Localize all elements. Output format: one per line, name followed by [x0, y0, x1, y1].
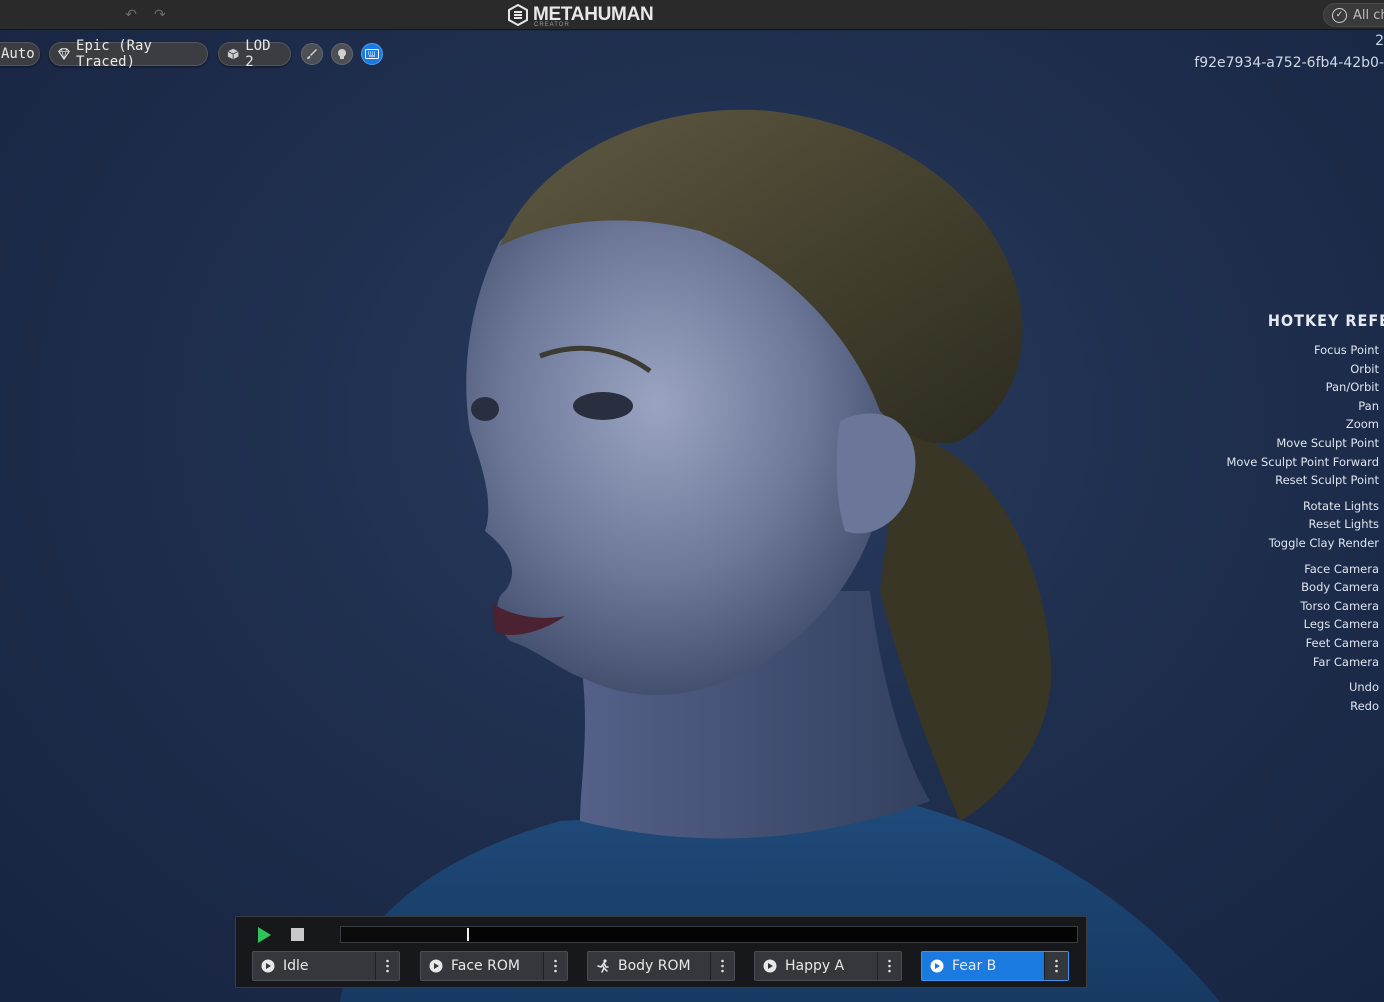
hotkey-list: Focus Point Orbit Pan/Orbit Pan Zoom Mov…	[1184, 341, 1384, 715]
hotkey-item: Body Camera	[1301, 580, 1379, 595]
hotkey-item: Face Camera	[1304, 561, 1379, 576]
more-vertical-icon	[386, 959, 389, 973]
animation-body-rom-button[interactable]: Body ROM	[587, 951, 735, 981]
animation-happy-a-button[interactable]: Happy A	[754, 951, 902, 981]
hotkey-item: Redo	[1350, 698, 1379, 713]
play-icon	[763, 959, 777, 973]
animation-label: Idle	[283, 958, 309, 974]
metahuman-logo-icon	[508, 4, 528, 26]
hotkey-item: Far Camera	[1312, 654, 1379, 669]
animation-select[interactable]: Idle	[253, 952, 375, 980]
more-vertical-icon	[1055, 959, 1058, 973]
save-status-button[interactable]: ✓ All ch	[1323, 3, 1384, 27]
hotkey-reference-title: HOTKEY REFE	[1267, 311, 1384, 330]
animation-menu-button[interactable]	[543, 952, 567, 980]
timeline-progress	[341, 927, 469, 942]
more-vertical-icon	[721, 959, 724, 973]
stop-icon[interactable]	[291, 928, 304, 941]
asset-id-prefix: 2	[1375, 33, 1384, 49]
hotkey-item: Legs Camera	[1303, 617, 1379, 632]
animation-select[interactable]: Fear B	[922, 952, 1044, 980]
undo-icon[interactable]: ↶	[122, 6, 140, 24]
animation-label: Face ROM	[451, 958, 520, 974]
save-status-label: All ch	[1353, 7, 1384, 23]
redo-icon[interactable]: ↷	[151, 6, 169, 24]
more-vertical-icon	[888, 959, 891, 973]
head-view-button[interactable]	[331, 43, 353, 65]
diamond-icon	[58, 48, 70, 61]
brush-button[interactable]	[301, 43, 323, 65]
quality-label: Epic (Ray Traced)	[76, 38, 152, 70]
animation-fear-b-button[interactable]: Fear B	[921, 951, 1069, 981]
render-mode-dropdown[interactable]: Auto	[0, 42, 40, 66]
hotkey-item: Pan	[1358, 398, 1379, 413]
hotkey-item: Move Sculpt Point	[1276, 435, 1379, 450]
play-icon	[429, 959, 443, 973]
animation-menu-button[interactable]	[1044, 952, 1068, 980]
play-icon	[261, 959, 275, 973]
hotkey-item: Toggle Clay Render	[1268, 535, 1379, 550]
animation-label: Fear B	[952, 958, 997, 974]
asset-id: f92e7934-a752-6fb4-42b0-	[1194, 55, 1384, 71]
lod-label: LOD 2	[245, 38, 271, 70]
animation-player: Idle Face ROM Body ROM Happy A Fear B	[235, 916, 1087, 988]
running-figure-icon	[597, 959, 609, 973]
hotkey-item: Torso Camera	[1300, 598, 1379, 613]
animation-menu-button[interactable]	[375, 952, 399, 980]
hotkey-item: Move Sculpt Point Forward	[1226, 454, 1379, 469]
animation-label: Body ROM	[618, 958, 691, 974]
hotkey-item: Pan/Orbit	[1325, 380, 1379, 395]
brand-logo: METAHUMAN CREATOR	[507, 3, 654, 28]
hotkey-item: Zoom	[1345, 417, 1379, 432]
play-icon[interactable]	[256, 926, 272, 944]
quality-dropdown[interactable]: Epic (Ray Traced)	[49, 38, 208, 70]
animation-label: Happy A	[785, 958, 845, 974]
lod-dropdown[interactable]: LOD 2	[218, 38, 291, 70]
hotkey-item: Undo	[1348, 680, 1379, 695]
hotkey-item: Reset Lights	[1308, 517, 1379, 532]
hotkey-item: Reset Sculpt Point	[1275, 473, 1379, 488]
keyboard-shortcuts-button[interactable]	[361, 43, 383, 65]
3d-viewport[interactable]: Auto Epic (Ray Traced) LOD 2 2 f92e7934-…	[0, 31, 1384, 1002]
timeline-playhead[interactable]	[467, 928, 470, 941]
check-circle-icon: ✓	[1332, 7, 1347, 23]
animation-timeline[interactable]	[340, 926, 1078, 943]
brand-subtitle: CREATOR	[534, 22, 570, 28]
hotkey-item: Orbit	[1350, 361, 1379, 376]
hotkey-reference-panel: HOTKEY REFE Focus Point Orbit Pan/Orbit …	[1184, 311, 1384, 715]
animation-select[interactable]: Happy A	[755, 952, 877, 980]
animation-face-rom-button[interactable]: Face ROM	[420, 951, 568, 981]
title-bar: ↶ ↷ METAHUMAN CREATOR ✓ All ch	[0, 0, 1384, 30]
brush-icon	[307, 49, 317, 59]
hotkey-item: Rotate Lights	[1303, 498, 1379, 513]
keyboard-icon	[365, 49, 379, 59]
animation-menu-button[interactable]	[877, 952, 901, 980]
hotkey-item: Feet Camera	[1305, 635, 1379, 650]
play-icon	[930, 959, 944, 973]
animation-select[interactable]: Face ROM	[421, 952, 543, 980]
animation-idle-button[interactable]: Idle	[252, 951, 400, 981]
character-render	[340, 109, 1220, 1002]
hotkey-item: Focus Point	[1313, 343, 1379, 357]
more-vertical-icon	[554, 959, 557, 973]
head-icon	[338, 49, 346, 59]
cube-icon	[227, 48, 239, 60]
animation-menu-button[interactable]	[710, 952, 734, 980]
animation-select[interactable]: Body ROM	[588, 952, 710, 980]
render-mode-label: Auto	[1, 46, 35, 62]
